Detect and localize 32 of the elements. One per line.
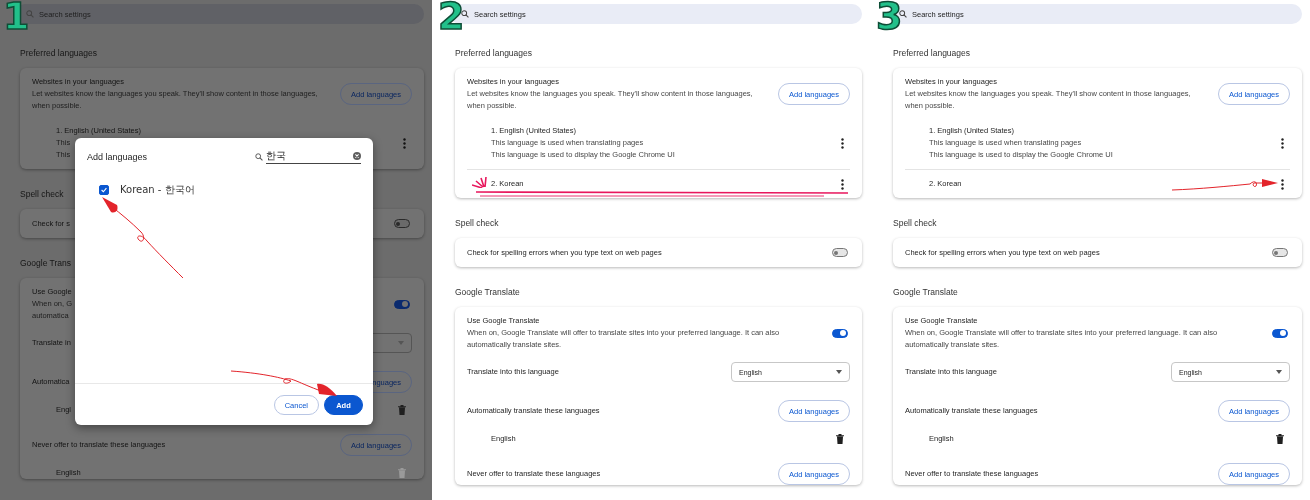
more-icon[interactable] bbox=[841, 178, 844, 190]
section-heading: Preferred languages bbox=[893, 47, 971, 60]
toggle-switch[interactable] bbox=[832, 328, 848, 338]
section-heading: Google Translate bbox=[893, 286, 958, 299]
search-icon bbox=[255, 153, 263, 161]
more-icon[interactable] bbox=[1281, 137, 1284, 149]
clear-icon[interactable] bbox=[353, 152, 361, 160]
more-icon[interactable] bbox=[841, 137, 844, 149]
section-heading: Preferred languages bbox=[455, 47, 533, 60]
section-heading: Spell check bbox=[20, 188, 64, 201]
caret-icon bbox=[1276, 370, 1282, 374]
section-heading: Preferred languages bbox=[20, 47, 98, 60]
toggle-switch[interactable] bbox=[832, 248, 848, 257]
caret-icon bbox=[836, 370, 842, 374]
dialog-title: Add languages bbox=[87, 152, 148, 162]
trash-icon[interactable] bbox=[836, 434, 844, 444]
section-heading: Google Trans bbox=[20, 257, 72, 270]
toggle-switch[interactable] bbox=[1272, 328, 1288, 338]
toggle-switch[interactable] bbox=[1272, 248, 1288, 257]
search-field[interactable]: 한국 bbox=[266, 150, 361, 164]
search-icon bbox=[26, 10, 34, 18]
search-icon bbox=[461, 10, 469, 18]
toggle-switch[interactable] bbox=[394, 299, 410, 309]
language-option[interactable]: Korean - 한국어 bbox=[120, 183, 195, 197]
section-heading: Google Translate bbox=[455, 286, 520, 299]
section-heading: Spell check bbox=[455, 217, 499, 230]
more-icon[interactable] bbox=[1281, 178, 1284, 190]
search-icon bbox=[899, 10, 907, 18]
toggle-switch[interactable] bbox=[394, 219, 410, 228]
checkbox[interactable] bbox=[99, 185, 109, 195]
section-heading: Spell check bbox=[893, 217, 937, 230]
trash-icon[interactable] bbox=[1276, 434, 1284, 444]
